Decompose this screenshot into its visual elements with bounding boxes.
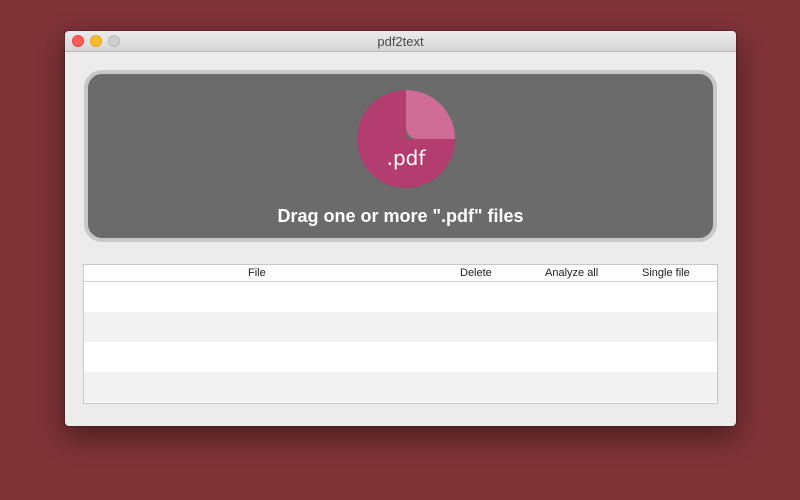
table-row bbox=[84, 312, 717, 342]
app-window: pdf2text .pdf Drag one or more ".pdf" fi… bbox=[65, 31, 736, 426]
pdf-document-icon: .pdf bbox=[357, 90, 455, 188]
table-row bbox=[84, 282, 717, 312]
window-title: pdf2text bbox=[377, 34, 424, 49]
column-header-file[interactable]: File bbox=[248, 267, 266, 279]
pdf-drop-zone[interactable]: .pdf Drag one or more ".pdf" files bbox=[84, 70, 717, 242]
drop-instruction: Drag one or more ".pdf" files bbox=[277, 206, 524, 226]
table-header: File Delete Analyze all Single file bbox=[84, 265, 717, 282]
column-header-delete[interactable]: Delete bbox=[460, 267, 492, 279]
column-header-analyze-all[interactable]: Analyze all bbox=[545, 267, 598, 279]
table-row bbox=[84, 372, 717, 402]
pdf-icon-label: .pdf bbox=[386, 146, 426, 170]
title-bar[interactable]: pdf2text bbox=[65, 31, 736, 52]
file-table[interactable]: File Delete Analyze all Single file bbox=[83, 264, 718, 404]
table-row bbox=[84, 342, 717, 372]
column-header-single-file[interactable]: Single file bbox=[642, 267, 690, 279]
